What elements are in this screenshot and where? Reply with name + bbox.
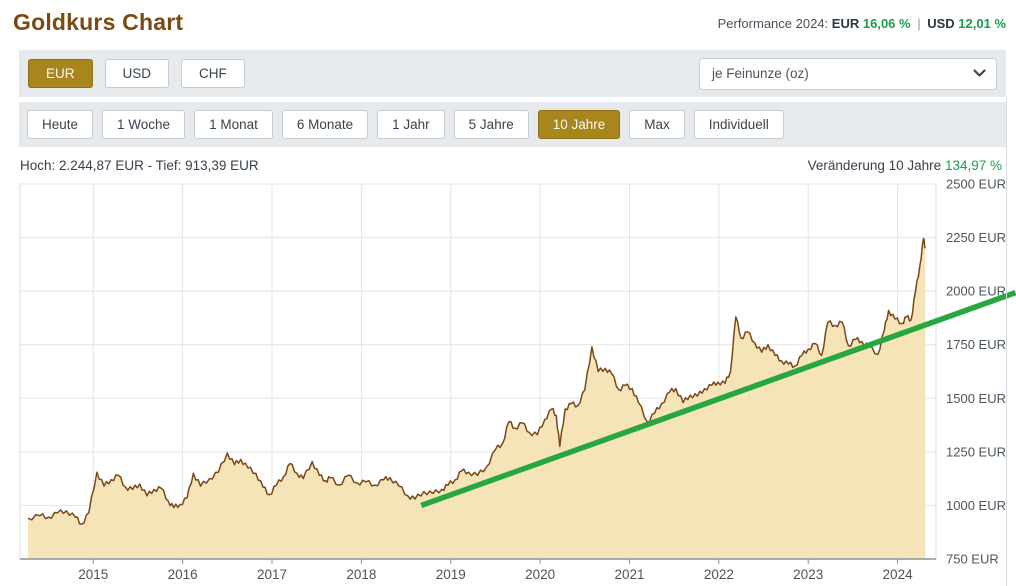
header: Goldkurs Chart Performance 2024: EUR 16,… [0,0,1016,50]
chevron-down-icon [973,69,986,77]
high-low-value: Hoch: 2.244,87 EUR - Tief: 913,39 EUR [20,158,259,173]
range-button-1-woche[interactable]: 1 Woche [102,109,186,140]
range-button-group: Heute 1 Woche 1 Monat 6 Monate 1 Jahr 5 Jahre… [27,109,793,140]
range-button-1-monat[interactable]: 1 Monat [194,109,273,140]
range-button-5-jahre[interactable]: 5 Jahre [453,109,529,140]
currency-toolbar: EUR USD CHF je Feinunze (oz) [19,50,1006,97]
content-right-divider [1006,97,1007,586]
y-tick-label: 2500 EUR [946,177,1006,192]
currency-button-group: EUR USD CHF [28,58,257,89]
x-tick-label: 2021 [614,567,644,582]
unit-select-value: je Feinunze (oz) [712,66,809,81]
x-tick-label: 2018 [346,567,376,582]
x-tick-label: 2016 [168,567,198,582]
change-10-years: Veränderung 10 Jahre 134,97 % [808,158,1002,173]
performance-separator: | [917,16,921,31]
performance-eur-value: 16,06 % [862,16,911,31]
range-button-heute[interactable]: Heute [27,109,94,140]
goldkurs-chart-page: Goldkurs Chart Performance 2024: EUR 16,… [0,0,1016,586]
performance-usd-value: 12,01 % [958,16,1006,31]
y-tick-label: 1500 EUR [946,391,1006,406]
x-tick-label: 2023 [793,567,823,582]
y-tick-label: 2250 EUR [946,230,1006,245]
x-tick-label: 2024 [883,567,914,582]
range-toolbar: Heute 1 Woche 1 Monat 6 Monate 1 Jahr 5 Jahre… [19,102,1006,147]
performance-usd-label: USD [927,16,955,31]
y-tick-label: 750 EUR [946,552,999,567]
x-tick-label: 2022 [704,567,734,582]
range-button-1-jahr[interactable]: 1 Jahr [377,109,445,140]
x-tick-label: 2019 [436,567,466,582]
price-chart-svg: 750 EUR 1000 EUR 1250 EUR 1500 EUR 1750 EUR 2… [19,177,1016,582]
currency-button-usd[interactable]: USD [104,58,170,89]
performance-2024: Performance 2024: EUR 16,06 % | USD 12,0… [718,16,1006,31]
performance-eur-label: EUR [831,16,860,31]
range-button-individuell[interactable]: Individuell [693,109,784,140]
change-label: Veränderung 10 Jahre [807,158,942,173]
price-chart[interactable]: 750 EUR 1000 EUR 1250 EUR 1500 EUR 1750 EUR 2… [0,177,1016,586]
y-tick-label: 1000 EUR [946,498,1006,513]
range-button-10-jahre[interactable]: 10 Jahre [537,109,621,140]
unit-select[interactable]: je Feinunze (oz) [699,57,997,90]
currency-button-eur[interactable]: EUR [28,58,93,89]
currency-button-chf[interactable]: CHF [181,58,245,89]
range-button-6-monate[interactable]: 6 Monate [281,109,369,140]
x-tick-label: 2015 [78,567,108,582]
y-tick-label: 1750 EUR [946,337,1006,352]
stats-row: Hoch: 2.244,87 EUR - Tief: 913,39 EUR Ve… [0,147,1016,173]
y-tick-label: 1250 EUR [946,444,1006,459]
range-button-max[interactable]: Max [629,109,685,140]
performance-label: Performance 2024: [717,16,829,31]
page-title: Goldkurs Chart [13,9,184,35]
x-tick-label: 2020 [525,567,555,582]
x-tick-label: 2017 [257,567,287,582]
change-value: 134,97 % [944,158,1002,173]
